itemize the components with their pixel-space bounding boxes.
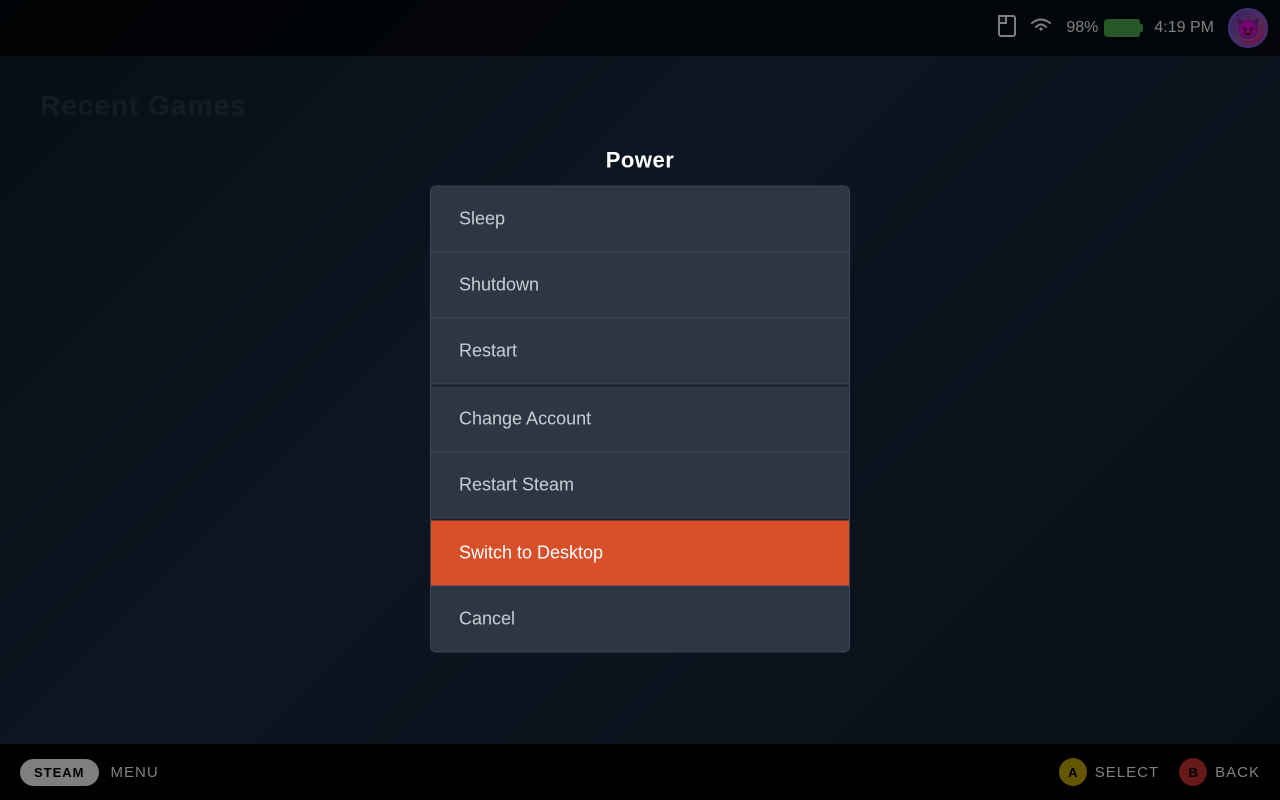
menu-item-change-account[interactable]: Change Account <box>431 385 849 453</box>
menu-item-sleep[interactable]: Sleep <box>431 187 849 253</box>
menu-item-restart[interactable]: Restart <box>431 319 849 385</box>
menu-item-restart-steam[interactable]: Restart Steam <box>431 453 849 519</box>
menu-item-switch-to-desktop[interactable]: Switch to Desktop <box>431 519 849 587</box>
menu-item-shutdown[interactable]: Shutdown <box>431 253 849 319</box>
power-menu-list: Sleep Shutdown Restart Change Account Re… <box>430 186 850 653</box>
power-modal: Power Sleep Shutdown Restart Change Acco… <box>430 148 850 653</box>
modal-title: Power <box>430 148 850 174</box>
menu-item-cancel[interactable]: Cancel <box>431 587 849 652</box>
